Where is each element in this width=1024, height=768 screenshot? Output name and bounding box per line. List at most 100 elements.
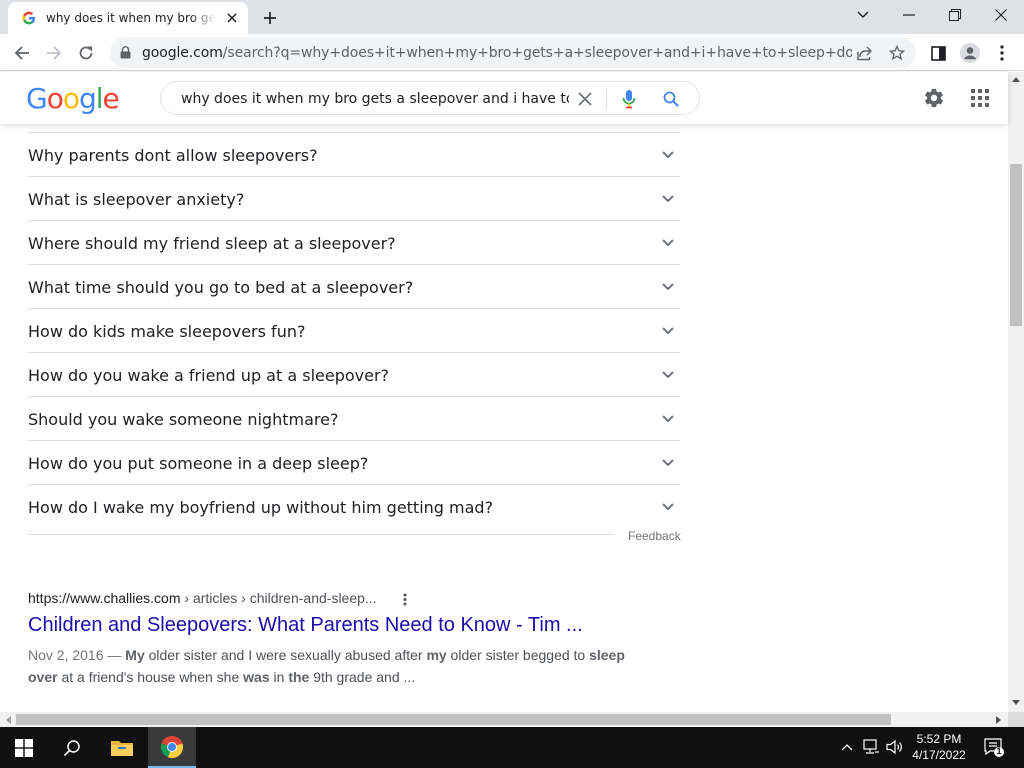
snippet-emphasis: the xyxy=(288,669,310,685)
snippet-fragment: 9th grade and ... xyxy=(309,669,416,685)
paa-question[interactable]: How do you put someone in a deep sleep? xyxy=(28,440,680,484)
scroll-down-icon[interactable] xyxy=(1012,700,1020,706)
forward-arrow-icon[interactable] xyxy=(40,39,68,67)
paa-question-text: How do you wake a friend up at a sleepov… xyxy=(28,366,390,385)
search-box[interactable]: why does it when my bro gets a sleepover… xyxy=(160,81,700,115)
paa-question-text: How do you put someone in a deep sleep? xyxy=(28,454,369,473)
vertical-scroll-thumb[interactable] xyxy=(1010,164,1022,326)
volume-icon[interactable] xyxy=(886,738,904,756)
chevron-down-icon[interactable] xyxy=(658,365,678,385)
paa-question[interactable]: How do I wake my boyfriend up without hi… xyxy=(28,484,680,528)
settings-gear-icon[interactable] xyxy=(922,86,946,110)
paa-question-text: Should you wake someone nightmare? xyxy=(28,410,339,429)
windows-taskbar: 5:52 PM 4/17/2022 1 xyxy=(0,727,1024,768)
apps-grid-icon[interactable] xyxy=(968,86,992,110)
back-arrow-icon[interactable] xyxy=(8,39,36,67)
clock-date: 4/17/2022 xyxy=(912,748,966,762)
chevron-up-icon[interactable] xyxy=(838,738,856,756)
browser-tab[interactable]: why does it when my bro gets a sleepover… xyxy=(8,2,248,34)
snippet-fragment: in xyxy=(269,669,289,685)
logo-letter: g xyxy=(78,82,97,115)
scrollbar-corner xyxy=(1008,712,1024,727)
microphone-icon[interactable] xyxy=(619,89,639,109)
chevron-down-icon[interactable] xyxy=(658,233,678,253)
share-icon[interactable] xyxy=(856,44,874,62)
paa-question[interactable]: Should you wake someone nightmare? xyxy=(28,396,680,440)
logo-letter: o xyxy=(46,82,64,115)
chevron-down-icon[interactable] xyxy=(658,409,678,429)
scroll-up-icon[interactable] xyxy=(1012,76,1020,82)
chevron-down-icon[interactable] xyxy=(658,321,678,341)
search-result: https://www.challies.com › articles › ch… xyxy=(28,590,628,685)
side-panel-icon[interactable] xyxy=(924,39,952,67)
clock-time: 5:52 PM xyxy=(916,732,962,746)
paa-question[interactable]: How do you wake a friend up at a sleepov… xyxy=(28,352,680,396)
taskbar-search-icon[interactable] xyxy=(48,727,96,768)
windows-start-icon[interactable] xyxy=(0,727,48,768)
more-options-icon[interactable] xyxy=(398,590,412,608)
paa-question-text: What is sleepover anxiety? xyxy=(28,190,245,209)
google-logo[interactable]: Google xyxy=(26,82,120,115)
url-text[interactable]: google.com/search?q=why+does+it+when+my+… xyxy=(142,45,852,61)
paa-question-text: How do I wake my boyfriend up without hi… xyxy=(28,498,494,517)
chevron-down-icon[interactable] xyxy=(658,497,678,517)
notification-icon[interactable]: 1 xyxy=(984,738,1006,758)
result-title-link[interactable]: Children and Sleepovers: What Parents Ne… xyxy=(28,614,583,637)
notification-count: 1 xyxy=(996,746,1002,756)
star-icon[interactable] xyxy=(888,44,906,62)
kebab-menu-icon[interactable] xyxy=(988,39,1016,67)
paa-question-text: What time should you go to bed at a slee… xyxy=(28,278,414,297)
snippet-fragment: older sister and I were sexually abused … xyxy=(144,647,427,663)
lock-icon[interactable] xyxy=(118,45,132,59)
paa-question-text: Why parents dont allow sleepovers? xyxy=(28,146,318,165)
result-citation[interactable]: https://www.challies.com › articles › ch… xyxy=(28,590,628,606)
search-divider xyxy=(606,89,607,109)
snippet-emphasis: my xyxy=(426,647,447,663)
paa-question[interactable]: Where should my friend sleep at a sleepo… xyxy=(28,220,680,264)
scroll-left-icon[interactable] xyxy=(5,716,11,724)
profile-icon[interactable] xyxy=(956,39,984,67)
paa-question-text: How do kids make sleepovers fun? xyxy=(28,322,306,341)
reload-icon[interactable] xyxy=(72,39,100,67)
paa-question[interactable]: How do kids make sleepovers fun? xyxy=(28,308,680,352)
result-snippet: Nov 2, 2016 — My older sister and I were… xyxy=(28,644,628,688)
tab-title: why does it when my bro gets a sleepover… xyxy=(46,11,216,25)
restore-icon[interactable] xyxy=(932,0,978,30)
plus-icon[interactable] xyxy=(258,6,282,30)
paa-question[interactable]: Why parents dont allow sleepovers? xyxy=(28,132,680,176)
tab-close-icon[interactable] xyxy=(224,10,240,26)
network-icon[interactable] xyxy=(862,738,880,756)
minimize-icon[interactable] xyxy=(886,0,932,30)
scroll-right-icon[interactable] xyxy=(996,716,1002,724)
result-url: https://www.challies.com xyxy=(28,590,181,606)
file-explorer-icon[interactable] xyxy=(98,727,146,768)
chevron-down-icon[interactable] xyxy=(840,0,886,30)
vertical-scrollbar[interactable] xyxy=(1008,72,1024,712)
clear-x-icon[interactable] xyxy=(575,89,595,109)
google-header: Google why does it when my bro gets a sl… xyxy=(0,72,1008,124)
chevron-down-icon[interactable] xyxy=(658,189,678,209)
close-icon[interactable] xyxy=(978,0,1024,30)
google-g-icon xyxy=(21,10,37,26)
horizontal-scroll-thumb[interactable] xyxy=(16,714,891,725)
paa-divider xyxy=(28,534,614,535)
chevron-down-icon[interactable] xyxy=(658,277,678,297)
system-clock[interactable]: 5:52 PM 4/17/2022 xyxy=(908,731,970,763)
search-icon[interactable] xyxy=(661,89,681,109)
logo-letter: l xyxy=(95,82,104,115)
logo-letter: G xyxy=(26,82,48,115)
feedback-link[interactable]: Feedback xyxy=(628,529,681,543)
snippet-fragment: older sister begged to xyxy=(446,647,590,663)
chevron-down-icon[interactable] xyxy=(658,453,678,473)
tab-strip: why does it when my bro gets a sleepover… xyxy=(0,0,1024,34)
snippet-fragment: at a friend's house when she xyxy=(57,669,244,685)
paa-question[interactable]: What is sleepover anxiety? xyxy=(28,176,680,220)
paa-question-text: Where should my friend sleep at a sleepo… xyxy=(28,234,396,253)
url-path: /search?q=why+does+it+when+my+bro+gets+a… xyxy=(222,45,852,61)
chevron-down-icon[interactable] xyxy=(658,145,678,165)
horizontal-scrollbar[interactable] xyxy=(0,712,1008,727)
chrome-icon[interactable] xyxy=(148,727,196,768)
address-bar[interactable]: google.com/search?q=why+does+it+when+my+… xyxy=(110,37,916,68)
paa-question[interactable]: What time should you go to bed at a slee… xyxy=(28,264,680,308)
search-input[interactable]: why does it when my bro gets a sleepover… xyxy=(181,91,569,107)
